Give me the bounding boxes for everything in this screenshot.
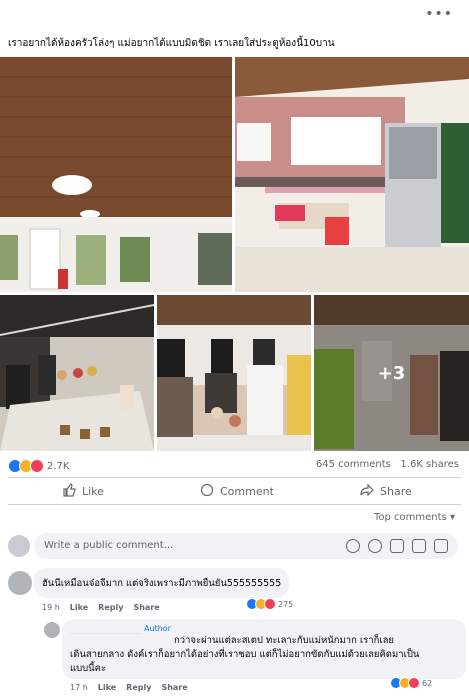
gif-icon[interactable]: [412, 539, 426, 553]
comment-bubble-icon: [200, 483, 214, 500]
divider-bottom: [8, 504, 461, 505]
reaction-summary[interactable]: 2.7K: [8, 459, 69, 473]
emoji-icon[interactable]: [368, 539, 382, 553]
comment-reaction-count: 275: [278, 599, 294, 609]
reply-reaction-count: 62: [422, 678, 433, 688]
comment-reply-button[interactable]: Reply: [98, 603, 123, 612]
like-label: Like: [82, 485, 104, 498]
comment-input[interactable]: Write a public comment...: [34, 533, 458, 559]
sort-label: Top comments: [374, 512, 447, 523]
reaction-count: 2.7K: [47, 460, 70, 472]
photo-1[interactable]: [0, 57, 232, 292]
post-caption: เราอยากได้ห้องครัวโล่งๆ แม่อยากได้แบบมิด…: [8, 38, 335, 49]
more-options-icon[interactable]: •••: [425, 6, 453, 22]
author-name-area: [70, 623, 140, 634]
comment-placeholder: Write a public comment...: [44, 540, 174, 551]
comment-time[interactable]: 19 h: [42, 603, 60, 612]
camera-icon[interactable]: [390, 539, 404, 553]
sticker-icon[interactable]: [434, 539, 448, 553]
love-reaction-icon: [408, 677, 420, 689]
author-badge: Author: [144, 624, 171, 633]
reply-text-line-3: แบบนี้คะ: [70, 663, 107, 674]
comment-reactions[interactable]: 275: [246, 598, 293, 610]
photo-5[interactable]: +3: [314, 295, 469, 451]
reply-bubble: Author กว่าจะผ่านแต่ละสเตป ทะเลาะกับแม่ห…: [62, 619, 466, 679]
caret-down-icon: ▾: [449, 512, 455, 523]
comment-bubble: ฮันนีเหมือนจ๋อจีมาก แต่จริงเพราะมีภาพยืน…: [34, 568, 289, 598]
comment-button[interactable]: Comment: [200, 483, 274, 500]
reply-reply-button[interactable]: Reply: [126, 683, 151, 692]
photo-4[interactable]: [157, 295, 311, 451]
reply-share-button[interactable]: Share: [161, 683, 187, 692]
comment-text: ฮันนีเหมือนจ๋อจีมาก แต่จริงเพราะมีภาพยืน…: [42, 578, 282, 589]
comment-sort-dropdown[interactable]: Top comments ▾: [374, 512, 455, 523]
photo-2[interactable]: [235, 57, 469, 292]
commenter-avatar[interactable]: [8, 571, 32, 595]
reply-reactions[interactable]: 62: [390, 677, 432, 689]
photo-3[interactable]: [0, 295, 154, 451]
comment-count[interactable]: 645 comments: [316, 459, 391, 470]
engagement-counts: 645 comments 1.6K shares: [316, 459, 459, 470]
love-reaction-icon: [30, 459, 44, 473]
share-button[interactable]: Share: [360, 483, 412, 500]
reply-text-line-1: กว่าจะผ่านแต่ละสเตป ทะเลาะกับแม่หนักมาก …: [174, 635, 394, 646]
comment-like-button[interactable]: Like: [70, 603, 88, 612]
reply-meta: 17 h Like Reply Share: [70, 683, 188, 692]
divider-top: [8, 477, 461, 478]
like-button[interactable]: Like: [62, 483, 104, 500]
share-label: Share: [380, 485, 412, 498]
comment-meta: 19 h Like Reply Share: [42, 603, 160, 612]
love-reaction-icon: [264, 598, 276, 610]
reply-text-line-2: เดินสายกลาง ดังค์เราก็อยากได้อย่างที่เรา…: [70, 649, 420, 660]
avatar: [8, 535, 30, 557]
reply-time[interactable]: 17 h: [70, 683, 88, 692]
thumbs-up-icon: [62, 483, 76, 500]
more-photos-overlay[interactable]: +3: [314, 295, 469, 451]
share-arrow-icon: [360, 483, 374, 500]
avatar-sticker-icon[interactable]: [346, 539, 360, 553]
share-count[interactable]: 1.6K shares: [400, 459, 459, 470]
reply-like-button[interactable]: Like: [98, 683, 116, 692]
comment-label: Comment: [220, 485, 274, 498]
comment-share-button[interactable]: Share: [133, 603, 159, 612]
author-avatar[interactable]: [44, 622, 60, 638]
